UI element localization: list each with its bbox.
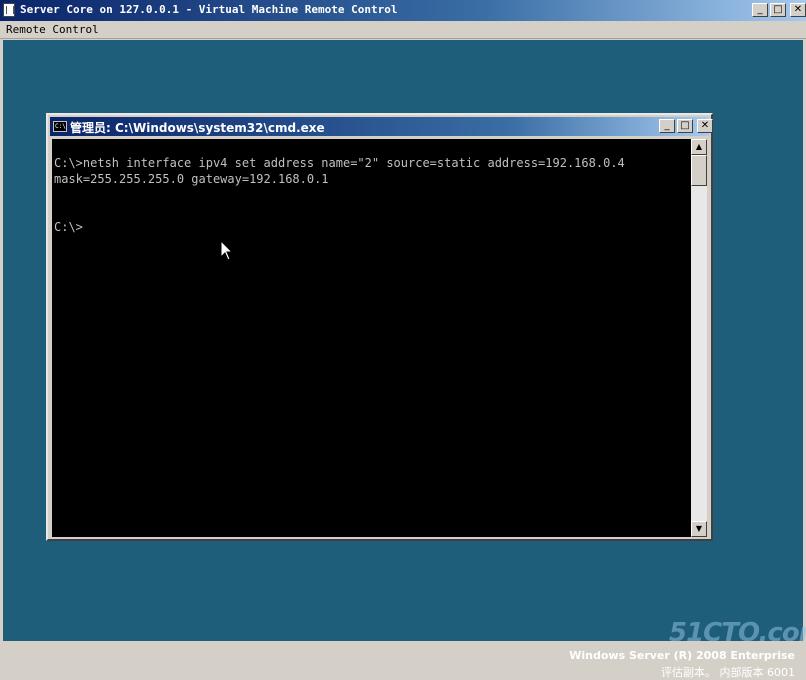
cmd-window[interactable]: C:\ 管理员: C:\Windows\system32\cmd.exe _ □… xyxy=(46,113,713,541)
console-prompt: C:\> xyxy=(54,220,83,234)
minimize-icon: _ xyxy=(664,120,670,131)
console-line: mask=255.255.255.0 gateway=192.168.0.1 xyxy=(54,172,329,186)
cmd-icon[interactable]: C:\ xyxy=(53,121,67,132)
vm-window-controls: _ □ ✕ xyxy=(752,3,806,17)
close-icon: ✕ xyxy=(793,4,803,15)
menu-remote-control[interactable]: Remote Control xyxy=(6,23,99,36)
arrow-down-icon: ▼ xyxy=(695,524,703,533)
close-button[interactable]: ✕ xyxy=(790,3,806,17)
os-branding-build: 评估副本。 内部版本 6001 xyxy=(661,666,795,679)
watermark-logo: 51CTO.com xyxy=(669,618,806,648)
cmd-maximize-button[interactable]: □ xyxy=(677,119,693,133)
vm-app-icon xyxy=(3,3,15,17)
os-branding-edition: Windows Server (R) 2008 Enterprise xyxy=(569,649,795,662)
cmd-window-title: 管理员: C:\Windows\system32\cmd.exe xyxy=(70,121,325,135)
mouse-pointer-icon xyxy=(220,240,234,261)
scroll-down-button[interactable]: ▼ xyxy=(691,521,707,537)
minimize-icon: _ xyxy=(757,4,763,15)
console-output[interactable]: C:\>netsh interface ipv4 set address nam… xyxy=(52,139,691,537)
vm-window-title: Server Core on 127.0.0.1 - Virtual Machi… xyxy=(20,3,398,16)
minimize-button[interactable]: _ xyxy=(752,3,768,17)
cmd-titlebar[interactable]: C:\ 管理员: C:\Windows\system32\cmd.exe _ □… xyxy=(50,117,713,136)
vm-window-titlebar[interactable]: Server Core on 127.0.0.1 - Virtual Machi… xyxy=(0,0,806,21)
console-line: C:\>netsh interface ipv4 set address nam… xyxy=(54,156,625,170)
vm-menu-bar: Remote Control xyxy=(0,21,806,39)
close-icon: ✕ xyxy=(700,120,710,131)
maximize-button[interactable]: □ xyxy=(770,3,786,17)
arrow-up-icon: ▲ xyxy=(695,142,703,151)
cmd-window-controls: _ □ ✕ xyxy=(659,119,713,133)
console-scrollbar[interactable]: ▲ ▼ xyxy=(691,139,707,537)
cmd-minimize-button[interactable]: _ xyxy=(659,119,675,133)
maximize-icon: □ xyxy=(773,4,783,15)
scroll-thumb[interactable] xyxy=(691,155,707,186)
scroll-up-button[interactable]: ▲ xyxy=(691,139,707,155)
maximize-icon: □ xyxy=(680,120,690,131)
cmd-close-button[interactable]: ✕ xyxy=(697,119,713,133)
